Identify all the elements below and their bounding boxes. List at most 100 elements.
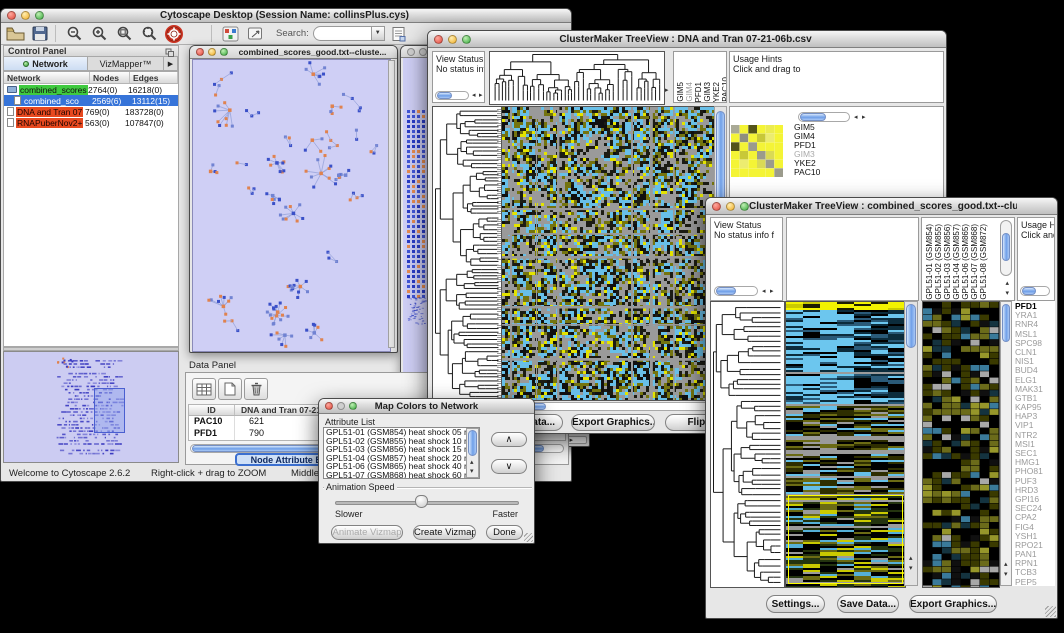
zoom-window-icon[interactable]	[740, 202, 749, 211]
minimize-icon[interactable]	[337, 402, 345, 410]
settings-button[interactable]: Settings...	[766, 595, 825, 613]
close-icon[interactable]	[407, 48, 415, 56]
resize-grip[interactable]	[524, 533, 533, 542]
scroll-up-icon[interactable]: ▴	[909, 555, 913, 563]
network-editor-icon[interactable]	[244, 24, 266, 43]
export-graphics-button[interactable]: Export Graphics...	[909, 595, 997, 613]
tv2-hints-scrollbar[interactable]	[1020, 286, 1050, 296]
search-dropdown-icon[interactable]: ▼	[371, 27, 384, 40]
search-input[interactable]: ▼	[313, 26, 385, 41]
float-panel-icon[interactable]	[165, 48, 174, 57]
col-edges[interactable]: Edges	[130, 72, 178, 83]
scroll-down-icon[interactable]: ▾	[1004, 571, 1008, 579]
array-label[interactable]: GIM3	[703, 82, 712, 102]
tv1-gene-dendrogram[interactable]	[432, 106, 503, 401]
main-title-bar[interactable]: Cytoscape Desktop (Session Name: collins…	[1, 9, 571, 23]
close-icon[interactable]	[196, 48, 204, 56]
tv1-summary-hscrollbar[interactable]	[798, 112, 850, 122]
tv2-column-tree-area[interactable]	[786, 217, 919, 301]
col-network[interactable]: Network	[4, 72, 90, 83]
minimize-icon[interactable]	[726, 202, 735, 211]
network-list-row[interactable]: combined_sco2569(6)13112(15)	[4, 95, 178, 106]
col-nodes[interactable]: Nodes	[90, 72, 130, 83]
array-label[interactable]: GPL51-03 (GSM856)	[943, 224, 952, 300]
create-vizmap-button[interactable]: Create Vizmap	[413, 525, 476, 540]
zoom-window-icon[interactable]	[462, 35, 471, 44]
new-attribute-icon[interactable]	[218, 378, 242, 400]
tab-overflow-button[interactable]: ▶	[164, 57, 178, 70]
network-list-row[interactable]: DNA and Tran 07769(0)183728(0)	[4, 106, 178, 117]
move-up-button[interactable]: ∧	[491, 432, 527, 447]
tv2-heatmap-vscrollbar[interactable]: ▴ ▾	[904, 301, 918, 586]
close-icon[interactable]	[712, 202, 721, 211]
tv2-gene-dendrogram[interactable]	[710, 301, 785, 588]
minimize-icon[interactable]	[419, 48, 427, 56]
scroll-down-icon[interactable]: ▾	[470, 468, 474, 476]
tv1-correlation-matrix[interactable]	[731, 125, 783, 177]
array-label[interactable]: GIM5	[676, 82, 685, 102]
resize-grip[interactable]	[1045, 606, 1056, 617]
array-label[interactable]: GPL51-04 (GSM857)	[952, 224, 961, 300]
close-icon[interactable]	[7, 11, 16, 20]
delete-attribute-trash-icon[interactable]	[244, 378, 268, 400]
zoom-window-icon[interactable]	[35, 11, 44, 20]
tab-network[interactable]: Network	[4, 57, 88, 70]
scroll-left-icon[interactable]: ◂	[472, 92, 476, 100]
tv2-status-scrollbar[interactable]	[714, 286, 758, 296]
export-graphics-button[interactable]: Export Graphics...	[571, 414, 655, 431]
zoom-window-icon[interactable]	[220, 48, 228, 56]
scroll-left-icon[interactable]: ◂	[854, 114, 858, 122]
attribute-item[interactable]: GPL51-07 (GSM868) heat shock 60 min	[324, 471, 479, 479]
attribute-sheet-icon[interactable]	[388, 24, 410, 43]
array-label[interactable]: GPL51-02 (GSM855)	[934, 224, 943, 300]
array-label[interactable]: PAC10	[721, 77, 727, 102]
tv2-zoom-heatmap[interactable]	[922, 301, 1000, 588]
gene-label[interactable]: PAC10	[794, 168, 820, 177]
minimize-icon[interactable]	[21, 11, 30, 20]
tab-vizmapper[interactable]: VizMapper™	[88, 57, 164, 70]
scroll-up-icon[interactable]: ▴	[1005, 280, 1009, 288]
scroll-up-icon[interactable]: ▴	[1004, 561, 1008, 569]
zoom-out-icon[interactable]	[63, 24, 85, 43]
scroll-right-icon[interactable]: ▸	[479, 92, 483, 100]
network-overview-canvas[interactable]	[3, 351, 179, 463]
scroll-right-icon[interactable]: ▸	[862, 114, 866, 122]
array-label[interactable]: YKE2	[712, 82, 721, 102]
animate-vizmap-button[interactable]: Animate Vizmap	[331, 525, 403, 540]
network-list-row[interactable]: combined_scores2764(0)16218(0)	[4, 84, 178, 95]
gene-label[interactable]: PEP5	[1015, 578, 1043, 586]
scroll-up-icon[interactable]: ▴	[470, 459, 474, 467]
close-icon[interactable]	[325, 402, 333, 410]
scroll-right-icon[interactable]: ▸	[770, 288, 774, 296]
zoom-selected-icon[interactable]	[138, 24, 160, 43]
minimize-icon[interactable]	[448, 35, 457, 44]
close-icon[interactable]	[434, 35, 443, 44]
tv2-gene-vscrollbar[interactable]: ▴ ▾	[1000, 301, 1012, 586]
help-lifesaver-icon[interactable]	[163, 24, 185, 43]
attribute-table-icon[interactable]	[192, 378, 216, 400]
open-file-button[interactable]	[4, 24, 26, 43]
network-list-row[interactable]: RNAPuberNov2+563(0)107847(0)	[4, 117, 178, 128]
network-vscrollbar[interactable]	[388, 60, 395, 348]
treeview1-title-bar[interactable]: ClusterMaker TreeView : DNA and Tran 07-…	[428, 31, 946, 48]
scroll-left-icon[interactable]: ◂	[762, 288, 766, 296]
tv1-column-dendrogram[interactable]	[489, 51, 665, 105]
network-table-header[interactable]: Network Nodes Edges	[4, 72, 178, 84]
array-label[interactable]: PFD1	[694, 82, 703, 102]
array-label[interactable]: GIM4	[685, 82, 694, 102]
expand-arrow-icon[interactable]: ▸	[665, 87, 669, 95]
tv1-heatmap[interactable]	[501, 106, 716, 401]
save-data-button[interactable]: Save Data...	[837, 595, 899, 613]
move-down-button[interactable]: ∨	[491, 459, 527, 474]
network-view-title-bar[interactable]: combined_scores_good.txt--cluste...	[190, 46, 397, 59]
tv1-status-scrollbar[interactable]	[435, 91, 469, 100]
zoom-in-icon[interactable]	[88, 24, 110, 43]
window-controls[interactable]	[7, 11, 44, 20]
zoom-fit-icon[interactable]	[113, 24, 135, 43]
scroll-down-icon[interactable]: ▾	[909, 565, 913, 573]
network-canvas[interactable]	[192, 59, 391, 352]
attribute-list-vscrollbar[interactable]: ▴ ▾	[466, 428, 479, 478]
done-button[interactable]: Done	[486, 525, 523, 540]
tv2-array-vscrollbar[interactable]	[1000, 220, 1012, 276]
scroll-down-icon[interactable]: ▾	[1005, 290, 1009, 298]
